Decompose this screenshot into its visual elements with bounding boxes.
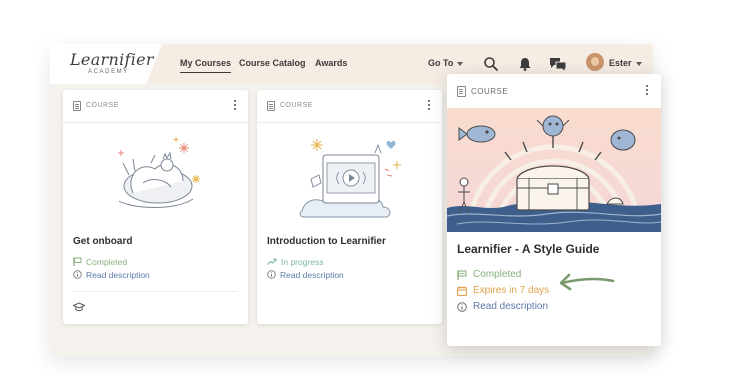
logo-subtitle: ACADEMY — [88, 69, 129, 75]
chevron-down-icon — [457, 61, 464, 66]
go-to-label: Go To — [428, 58, 454, 68]
status-completed: Completed — [73, 257, 127, 267]
more-options-icon[interactable] — [233, 100, 237, 112]
status-label: In progress — [281, 257, 324, 267]
read-description-label: Read description — [280, 270, 344, 280]
card-header: COURSE — [257, 90, 442, 123]
course-title[interactable]: Get onboard — [73, 236, 132, 247]
user-name: Ester — [609, 58, 632, 68]
calendar-icon — [457, 286, 467, 296]
more-options-icon[interactable] — [427, 100, 431, 112]
info-icon — [267, 270, 276, 279]
logo-text: Learnifier — [70, 50, 154, 69]
course-doc-icon — [73, 101, 81, 111]
arrow-annotation-icon — [559, 273, 615, 291]
course-type-label: COURSE — [86, 102, 119, 109]
read-description-link[interactable]: Read description — [457, 301, 548, 312]
chat-icon[interactable] — [549, 56, 567, 72]
go-to-menu[interactable]: Go To — [428, 58, 464, 68]
search-icon[interactable] — [483, 56, 499, 72]
flag-icon — [457, 270, 467, 280]
course-card-get-onboard[interactable]: COURSE Get onboard Completed Read descri… — [63, 90, 248, 324]
info-icon — [457, 302, 467, 312]
expiry-label: Expires in 7 days — [473, 285, 550, 296]
card-header: COURSE — [447, 74, 661, 108]
card-header: COURSE — [63, 90, 248, 123]
logo[interactable]: Learnifier ACADEMY — [50, 44, 162, 84]
chevron-down-icon — [635, 61, 642, 66]
read-description-link[interactable]: Read description — [267, 270, 344, 280]
nav-my-courses[interactable]: My Courses — [180, 58, 232, 73]
course-title[interactable]: Learnifier - A Style Guide — [457, 242, 599, 256]
user-menu[interactable]: Ester — [609, 58, 642, 68]
nav-awards[interactable]: Awards — [315, 58, 347, 68]
info-icon — [73, 270, 82, 279]
course-illustration — [63, 123, 248, 226]
course-card-style-guide[interactable]: COURSE Learnifier - A Style Guide Comple… — [447, 74, 661, 346]
bell-icon[interactable] — [517, 56, 533, 72]
course-illustration — [447, 108, 661, 232]
course-type-label: COURSE — [280, 102, 313, 109]
avatar[interactable] — [586, 53, 604, 71]
graduation-cap-icon[interactable] — [73, 302, 85, 312]
expiry-status: Expires in 7 days — [457, 285, 549, 296]
course-card-introduction[interactable]: COURSE Introduction to Learnifier In pro… — [257, 90, 442, 324]
nav-course-catalog[interactable]: Course Catalog — [239, 58, 306, 68]
read-description-label: Read description — [473, 301, 549, 312]
status-label: Completed — [473, 269, 522, 280]
trending-up-icon — [267, 258, 277, 265]
course-type-label: COURSE — [471, 87, 509, 96]
course-doc-icon — [267, 101, 275, 111]
course-doc-icon — [457, 86, 466, 97]
course-title[interactable]: Introduction to Learnifier — [267, 236, 386, 247]
status-completed: Completed — [457, 269, 521, 280]
flag-icon — [73, 257, 82, 266]
status-in-progress: In progress — [267, 257, 324, 267]
course-illustration — [257, 123, 442, 226]
read-description-label: Read description — [86, 270, 150, 280]
status-label: Completed — [86, 257, 128, 267]
read-description-link[interactable]: Read description — [73, 270, 150, 280]
card-divider — [73, 291, 238, 292]
more-options-icon[interactable] — [645, 85, 649, 97]
